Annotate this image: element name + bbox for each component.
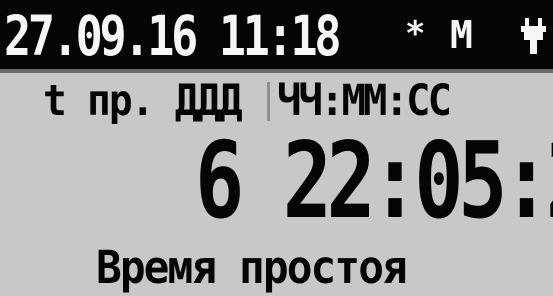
lcd-screen: 27.09.16 11:18 * M t пр. ДДД ЧЧ:ММ:СС 6 … (0, 0, 553, 296)
parameter-label: t пр. ДДД (43, 76, 243, 126)
plug-icon (521, 18, 546, 54)
header-separator (267, 82, 270, 121)
parameter-description: Время простоя (96, 241, 408, 294)
status-star: * (405, 14, 426, 54)
status-icons: * M (405, 15, 549, 60)
status-bar: 27.09.16 11:18 * M (0, 0, 553, 73)
value-row: 6 22:05:24 (0, 129, 553, 247)
status-mode: M (450, 13, 473, 57)
units-label: ЧЧ:ММ:СС (277, 76, 452, 126)
parameter-value: 6 22:05:24 (195, 120, 553, 242)
datetime-display: 27.09.16 11:18 (4, 4, 342, 68)
